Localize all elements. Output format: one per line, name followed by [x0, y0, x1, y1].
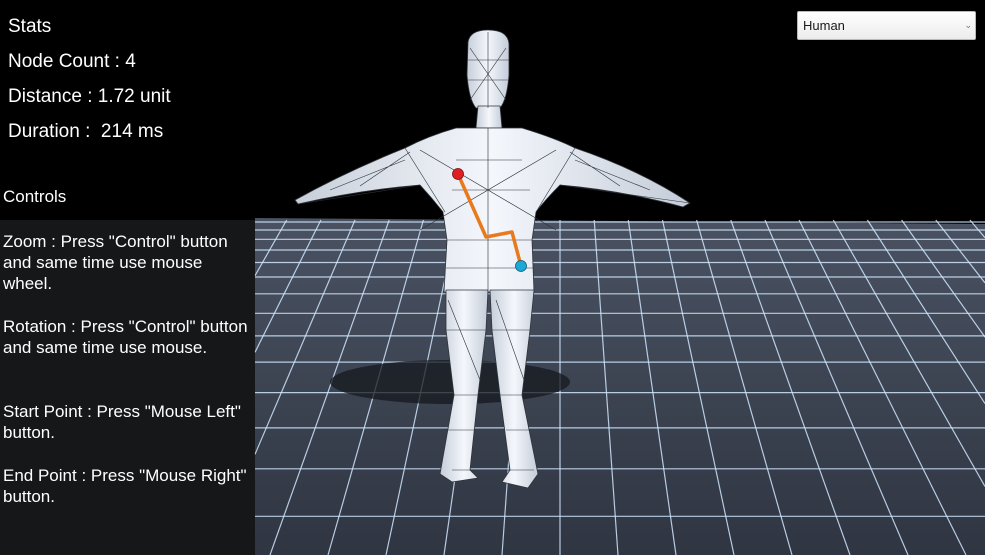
end-point-instruction: End Point : Press "Mouse Right" button. [3, 466, 247, 506]
model-dropdown[interactable]: Human ⌄ [797, 11, 976, 40]
controls-title: Controls [3, 187, 67, 206]
start-point-marker [452, 168, 464, 180]
distance-text: Distance : 1.72 unit [8, 86, 171, 107]
stats-panel: Stats Node Count : 4 Distance : 1.72 uni… [8, 9, 171, 149]
zoom-instruction: Zoom : Press "Control" button and same t… [3, 232, 228, 293]
end-point-marker [515, 260, 527, 272]
chevron-down-icon: ⌄ [964, 20, 972, 30]
stats-title: Stats [8, 16, 52, 37]
model-shadow [330, 360, 570, 404]
model-dropdown-value: Human [803, 18, 845, 33]
rotation-instruction: Rotation : Press "Control" button and sa… [3, 317, 248, 357]
start-point-instruction: Start Point : Press "Mouse Left" button. [3, 402, 241, 442]
duration-text: Duration : 214 ms [8, 121, 164, 142]
node-count-text: Node Count : 4 [8, 51, 136, 72]
